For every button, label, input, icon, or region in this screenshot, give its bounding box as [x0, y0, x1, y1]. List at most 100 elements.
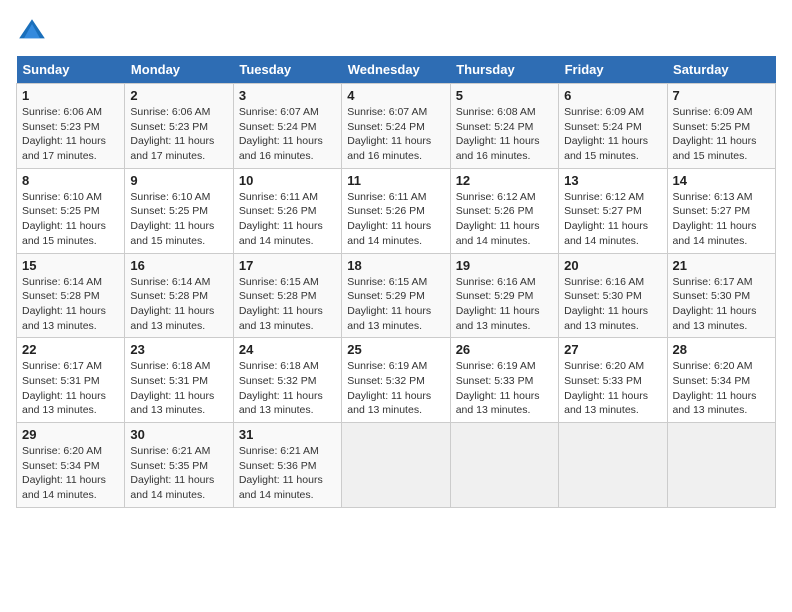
calendar-cell	[450, 423, 558, 508]
weekday-header-sunday: Sunday	[17, 56, 125, 84]
header	[16, 16, 776, 48]
day-number: 27	[564, 342, 661, 357]
day-number: 25	[347, 342, 444, 357]
logo-icon	[16, 16, 48, 48]
calendar-table: SundayMondayTuesdayWednesdayThursdayFrid…	[16, 56, 776, 508]
day-detail: Sunrise: 6:15 AMSunset: 5:29 PMDaylight:…	[347, 275, 444, 334]
calendar-cell: 20 Sunrise: 6:16 AMSunset: 5:30 PMDayligh…	[559, 253, 667, 338]
day-number: 10	[239, 173, 336, 188]
calendar-cell: 13Sunrise: 6:12 AMSunset: 5:27 PMDayligh…	[559, 168, 667, 253]
day-detail: Sunrise: 6:18 AMSunset: 5:32 PMDaylight:…	[239, 359, 336, 418]
day-detail: Sunrise: 6:21 AMSunset: 5:36 PMDaylight:…	[239, 444, 336, 503]
day-number: 7	[673, 88, 770, 103]
calendar-cell: 21 Sunrise: 6:17 AMSunset: 5:30 PMDayligh…	[667, 253, 775, 338]
day-number: 28	[673, 342, 770, 357]
calendar-week-row: 1 Sunrise: 6:06 AMSunset: 5:23 PMDaylight…	[17, 84, 776, 169]
day-detail: Sunrise: 6:06 AMSunset: 5:23 PMDaylight:…	[130, 105, 227, 164]
day-number: 14	[673, 173, 770, 188]
calendar-cell: 31 Sunrise: 6:21 AMSunset: 5:36 PMDayligh…	[233, 423, 341, 508]
day-number: 30	[130, 427, 227, 442]
day-number: 29	[22, 427, 119, 442]
calendar-cell: 1 Sunrise: 6:06 AMSunset: 5:23 PMDaylight…	[17, 84, 125, 169]
day-detail: Sunrise: 6:21 AMSunset: 5:35 PMDaylight:…	[130, 444, 227, 503]
day-number: 15	[22, 258, 119, 273]
calendar-cell: 5 Sunrise: 6:08 AMSunset: 5:24 PMDaylight…	[450, 84, 558, 169]
calendar-cell: 12 Sunrise: 6:12 AMSunset: 5:26 PMDayligh…	[450, 168, 558, 253]
day-number: 23	[130, 342, 227, 357]
calendar-cell: 2 Sunrise: 6:06 AMSunset: 5:23 PMDaylight…	[125, 84, 233, 169]
calendar-header-row: SundayMondayTuesdayWednesdayThursdayFrid…	[17, 56, 776, 84]
day-number: 20	[564, 258, 661, 273]
day-detail: Sunrise: 6:13 AMSunset: 5:27 PMDaylight:…	[673, 190, 770, 249]
calendar-week-row: 15 Sunrise: 6:14 AMSunset: 5:28 PMDayligh…	[17, 253, 776, 338]
day-detail: Sunrise: 6:20 AMSunset: 5:34 PMDaylight:…	[673, 359, 770, 418]
day-detail: Sunrise: 6:18 AMSunset: 5:31 PMDaylight:…	[130, 359, 227, 418]
calendar-week-row: 29 Sunrise: 6:20 AMSunset: 5:34 PMDayligh…	[17, 423, 776, 508]
calendar-cell: 18 Sunrise: 6:15 AMSunset: 5:29 PMDayligh…	[342, 253, 450, 338]
day-detail: Sunrise: 6:12 AMSunset: 5:26 PMDaylight:…	[456, 190, 553, 249]
day-detail: Sunrise: 6:17 AMSunset: 5:30 PMDaylight:…	[673, 275, 770, 334]
calendar-cell: 16 Sunrise: 6:14 AMSunset: 5:28 PMDayligh…	[125, 253, 233, 338]
day-detail: Sunrise: 6:10 AMSunset: 5:25 PMDaylight:…	[130, 190, 227, 249]
calendar-cell: 28 Sunrise: 6:20 AMSunset: 5:34 PMDayligh…	[667, 338, 775, 423]
calendar-cell: 24 Sunrise: 6:18 AMSunset: 5:32 PMDayligh…	[233, 338, 341, 423]
calendar-cell: 30 Sunrise: 6:21 AMSunset: 5:35 PMDayligh…	[125, 423, 233, 508]
weekday-header-friday: Friday	[559, 56, 667, 84]
day-number: 24	[239, 342, 336, 357]
calendar-cell: 3 Sunrise: 6:07 AMSunset: 5:24 PMDaylight…	[233, 84, 341, 169]
calendar-cell: 14 Sunrise: 6:13 AMSunset: 5:27 PMDayligh…	[667, 168, 775, 253]
weekday-header-tuesday: Tuesday	[233, 56, 341, 84]
day-detail: Sunrise: 6:11 AMSunset: 5:26 PMDaylight:…	[239, 190, 336, 249]
calendar-cell: 15Sunrise: 6:14 AMSunset: 5:28 PMDayligh…	[17, 253, 125, 338]
weekday-header-wednesday: Wednesday	[342, 56, 450, 84]
calendar-cell: 29 Sunrise: 6:20 AMSunset: 5:34 PMDayligh…	[17, 423, 125, 508]
day-number: 16	[130, 258, 227, 273]
calendar-cell: 25Sunrise: 6:19 AMSunset: 5:32 PMDayligh…	[342, 338, 450, 423]
logo	[16, 16, 52, 48]
weekday-header-thursday: Thursday	[450, 56, 558, 84]
day-number: 5	[456, 88, 553, 103]
day-detail: Sunrise: 6:15 AMSunset: 5:28 PMDaylight:…	[239, 275, 336, 334]
day-number: 21	[673, 258, 770, 273]
day-number: 18	[347, 258, 444, 273]
calendar-cell	[667, 423, 775, 508]
day-detail: Sunrise: 6:17 AMSunset: 5:31 PMDaylight:…	[22, 359, 119, 418]
calendar-cell	[342, 423, 450, 508]
day-number: 31	[239, 427, 336, 442]
day-number: 2	[130, 88, 227, 103]
day-number: 22	[22, 342, 119, 357]
day-number: 8	[22, 173, 119, 188]
day-detail: Sunrise: 6:07 AMSunset: 5:24 PMDaylight:…	[239, 105, 336, 164]
day-number: 12	[456, 173, 553, 188]
day-detail: Sunrise: 6:19 AMSunset: 5:33 PMDaylight:…	[456, 359, 553, 418]
day-number: 4	[347, 88, 444, 103]
day-detail: Sunrise: 6:10 AMSunset: 5:25 PMDaylight:…	[22, 190, 119, 249]
calendar-cell: 6Sunrise: 6:09 AMSunset: 5:24 PMDaylight…	[559, 84, 667, 169]
calendar-cell: 8 Sunrise: 6:10 AMSunset: 5:25 PMDaylight…	[17, 168, 125, 253]
calendar-cell: 7 Sunrise: 6:09 AMSunset: 5:25 PMDaylight…	[667, 84, 775, 169]
day-detail: Sunrise: 6:16 AMSunset: 5:30 PMDaylight:…	[564, 275, 661, 334]
calendar-cell: 9Sunrise: 6:10 AMSunset: 5:25 PMDaylight…	[125, 168, 233, 253]
day-detail: Sunrise: 6:06 AMSunset: 5:23 PMDaylight:…	[22, 105, 119, 164]
day-detail: Sunrise: 6:09 AMSunset: 5:24 PMDaylight:…	[564, 105, 661, 164]
calendar-cell	[559, 423, 667, 508]
day-detail: Sunrise: 6:20 AMSunset: 5:33 PMDaylight:…	[564, 359, 661, 418]
day-detail: Sunrise: 6:16 AMSunset: 5:29 PMDaylight:…	[456, 275, 553, 334]
calendar-cell: 4Sunrise: 6:07 AMSunset: 5:24 PMDaylight…	[342, 84, 450, 169]
day-detail: Sunrise: 6:08 AMSunset: 5:24 PMDaylight:…	[456, 105, 553, 164]
day-number: 26	[456, 342, 553, 357]
calendar-cell: 11Sunrise: 6:11 AMSunset: 5:26 PMDayligh…	[342, 168, 450, 253]
weekday-header-saturday: Saturday	[667, 56, 775, 84]
calendar-cell: 10 Sunrise: 6:11 AMSunset: 5:26 PMDayligh…	[233, 168, 341, 253]
day-detail: Sunrise: 6:09 AMSunset: 5:25 PMDaylight:…	[673, 105, 770, 164]
day-detail: Sunrise: 6:20 AMSunset: 5:34 PMDaylight:…	[22, 444, 119, 503]
day-number: 1	[22, 88, 119, 103]
calendar-cell: 27 Sunrise: 6:20 AMSunset: 5:33 PMDayligh…	[559, 338, 667, 423]
calendar-cell: 26 Sunrise: 6:19 AMSunset: 5:33 PMDayligh…	[450, 338, 558, 423]
calendar-cell: 22 Sunrise: 6:17 AMSunset: 5:31 PMDayligh…	[17, 338, 125, 423]
day-number: 17	[239, 258, 336, 273]
calendar-cell: 17 Sunrise: 6:15 AMSunset: 5:28 PMDayligh…	[233, 253, 341, 338]
day-number: 3	[239, 88, 336, 103]
day-detail: Sunrise: 6:14 AMSunset: 5:28 PMDaylight:…	[130, 275, 227, 334]
day-number: 13	[564, 173, 661, 188]
